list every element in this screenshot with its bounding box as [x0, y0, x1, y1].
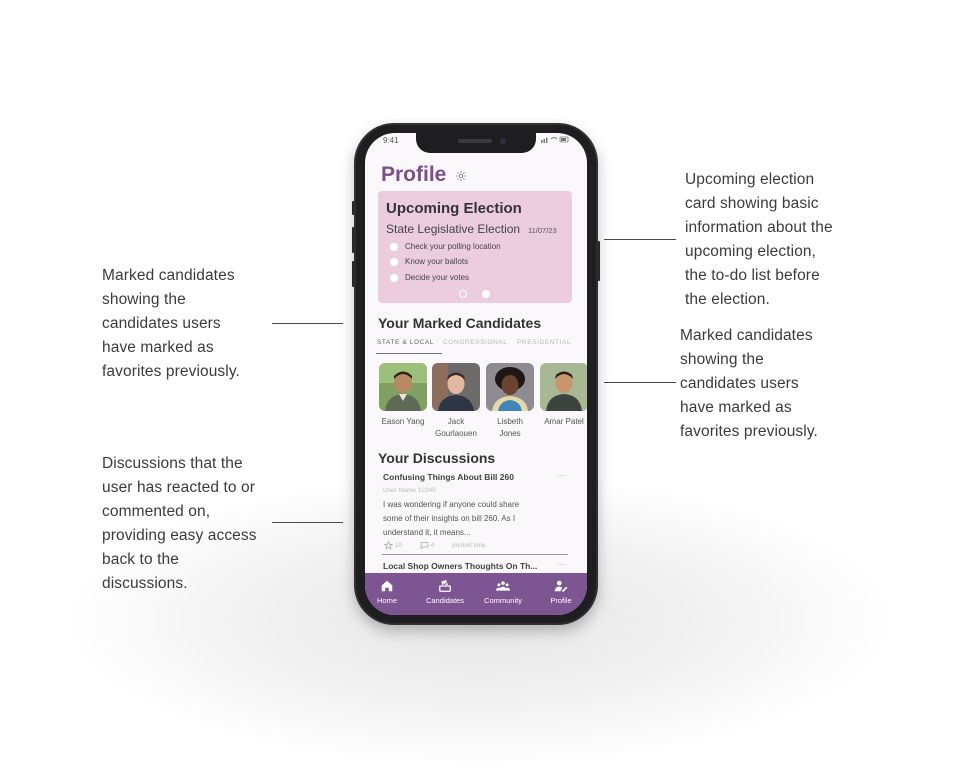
candidate-card[interactable]: Lisbeth Jones — [482, 363, 538, 440]
comment-button[interactable]: 4 — [420, 542, 444, 550]
active-tab-indicator — [376, 353, 442, 354]
phone-notch — [416, 133, 536, 153]
candidate-photo — [432, 363, 480, 411]
callout-marked-candidates-left: Marked candidates showing the candidates… — [102, 267, 240, 380]
checkbox[interactable] — [390, 257, 398, 266]
nav-candidates[interactable]: Candidates — [421, 579, 469, 605]
marked-candidates-title: Your Marked Candidates — [378, 315, 542, 331]
discussion-excerpt: I was wondering if anyone could share so… — [383, 500, 520, 537]
gear-icon[interactable] — [455, 169, 467, 181]
tab-presidential[interactable]: PRESIDENTIAL — [517, 339, 571, 346]
discussion-title: Confusing Things About Bill 260 — [383, 472, 514, 482]
speaker-grille — [458, 139, 492, 143]
comment-icon — [420, 542, 429, 550]
home-icon — [381, 580, 393, 592]
leader-line-marked-candidates-right — [604, 382, 676, 383]
checkbox[interactable] — [390, 273, 398, 282]
candidate-name: Amar Patel — [544, 417, 584, 426]
power-button — [597, 241, 600, 281]
election-name: State Legislative Election — [386, 222, 521, 236]
discussion-meta: 10 4 posted time — [383, 540, 494, 550]
volume-button — [352, 201, 355, 215]
nav-community[interactable]: Community — [479, 579, 527, 605]
tab-state-local[interactable]: STATE & LOCAL — [377, 339, 434, 346]
status-icons — [541, 136, 569, 145]
star-icon — [383, 540, 394, 550]
candidate-photo — [379, 363, 427, 411]
posted-time: posted time — [452, 542, 486, 550]
discussions-title: Your Discussions — [378, 450, 496, 466]
discussion-author: User Name 12345 — [383, 487, 436, 494]
page-title: Profile — [381, 163, 447, 186]
more-options-icon[interactable]: ··· — [557, 560, 565, 569]
candidate-photo — [486, 363, 534, 411]
upcoming-election-card[interactable]: Upcoming Election State Legislative Elec… — [378, 191, 572, 303]
checkbox[interactable] — [390, 242, 398, 251]
candidate-tabs: STATE & LOCAL CONGRESSIONAL PRESIDENTIAL — [376, 339, 587, 355]
candidate-name: Lisbeth Jones — [497, 417, 523, 438]
candidate-card[interactable]: Eason Yang — [375, 363, 431, 428]
ballot-icon — [439, 580, 451, 592]
front-camera — [500, 138, 506, 144]
pager-dot[interactable] — [459, 290, 467, 298]
callout-upcoming-election: Upcoming election card showing basic inf… — [685, 171, 833, 308]
tab-congressional[interactable]: CONGRESSIONAL — [443, 339, 508, 346]
volume-down-button — [352, 261, 355, 287]
bottom-nav: Home Candidates Community Profile — [365, 573, 587, 615]
volume-up-button — [352, 227, 355, 253]
status-time: 9:41 — [383, 136, 399, 145]
candidate-photo — [540, 363, 587, 411]
leader-line-upcoming-election — [604, 239, 676, 240]
app-screen: 9:41 Profile Upcoming Election State Leg… — [365, 133, 587, 615]
leader-line-discussions — [272, 522, 343, 523]
todo-item[interactable]: Check your polling location — [390, 242, 501, 251]
todo-item[interactable]: Decide your votes — [390, 273, 469, 282]
nav-profile[interactable]: Profile — [545, 579, 577, 605]
candidate-name: Eason Yang — [381, 417, 425, 426]
more-options-icon[interactable]: ··· — [557, 471, 565, 480]
community-icon — [496, 581, 510, 591]
profile-edit-icon — [554, 580, 568, 592]
nav-home[interactable]: Home — [373, 579, 401, 605]
election-date: 11/07/23 — [528, 226, 557, 235]
like-button[interactable]: 10 — [383, 540, 412, 550]
pager-dot-active[interactable] — [482, 290, 490, 298]
phone-mockup: 9:41 Profile Upcoming Election State Leg… — [352, 123, 600, 625]
candidate-name: Jack Gourlaouen — [435, 417, 477, 438]
leader-line-marked-candidates-left — [272, 323, 343, 324]
divider — [382, 554, 568, 555]
election-card-title: Upcoming Election — [386, 200, 522, 217]
candidate-card[interactable]: Jack Gourlaouen — [428, 363, 484, 440]
todo-item[interactable]: Know your ballots — [390, 257, 468, 266]
discussion-title: Local Shop Owners Thoughts On Th... — [383, 561, 538, 571]
callout-marked-candidates-right: Marked candidates showing the candidates… — [680, 327, 818, 440]
callout-discussions: Discussions that the user has reacted to… — [102, 455, 257, 592]
candidate-card[interactable]: Amar Patel — [536, 363, 587, 428]
